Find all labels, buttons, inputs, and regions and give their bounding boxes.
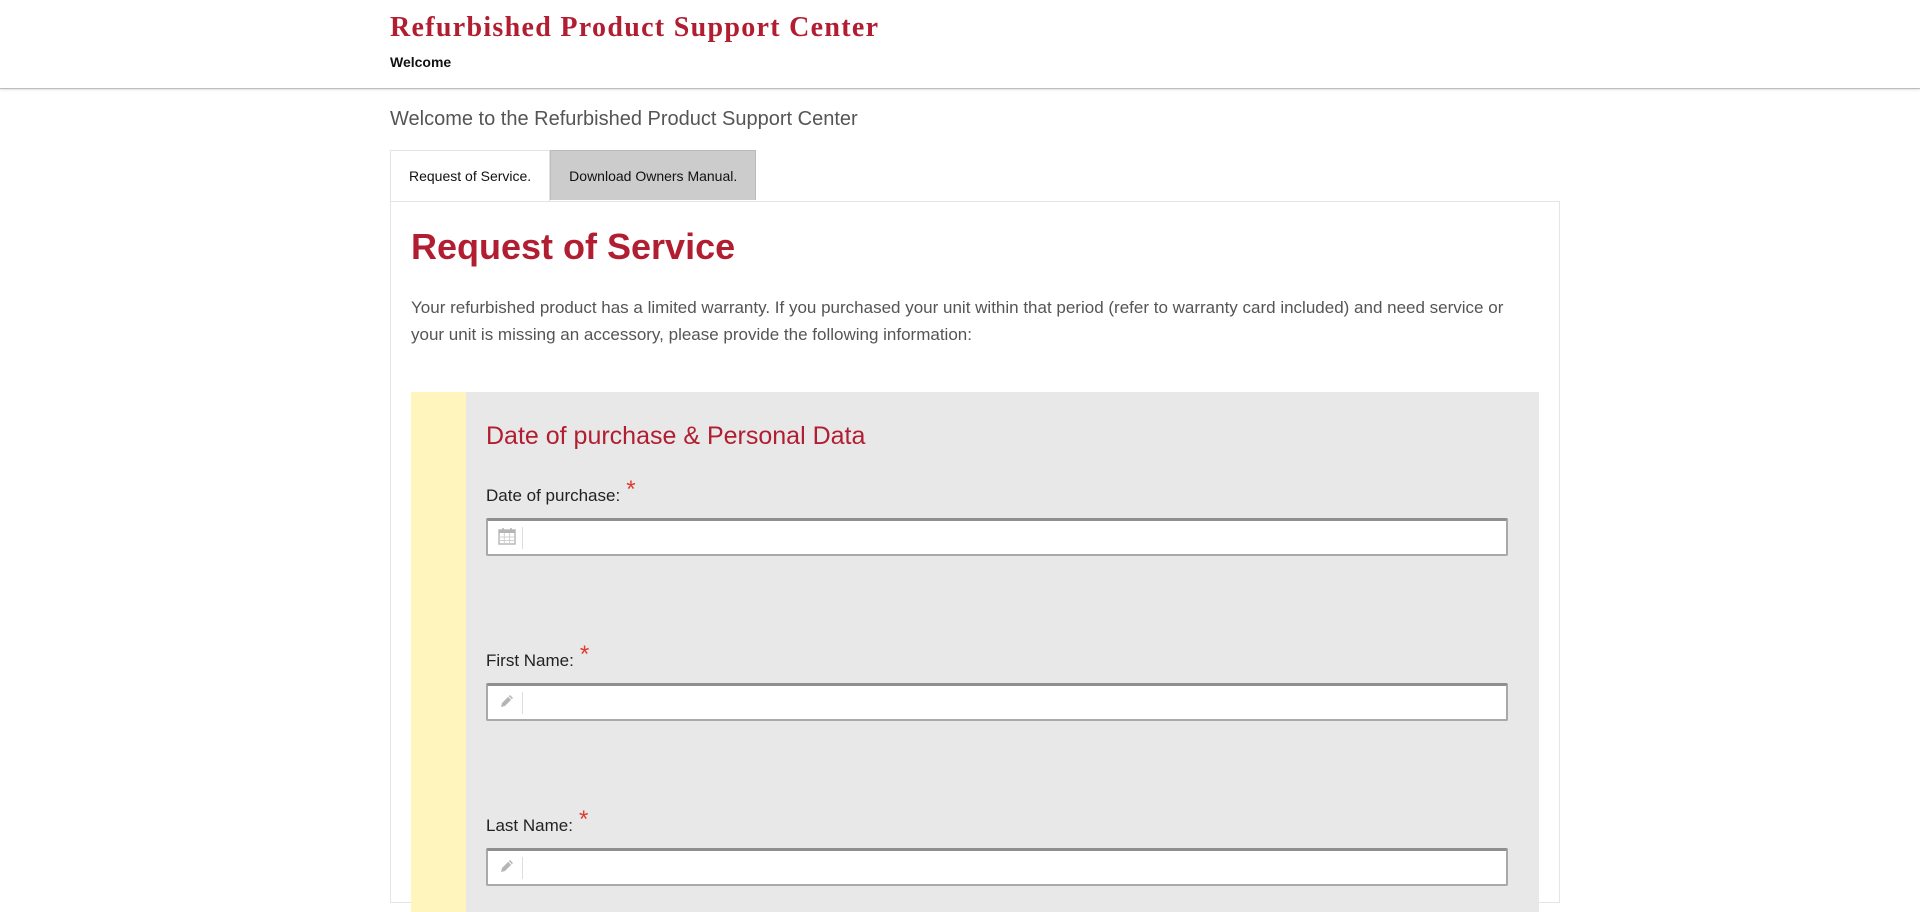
welcome-heading: Welcome to the Refurbished Product Suppo… xyxy=(390,108,858,130)
site-title[interactable]: Refurbished Product Support Center xyxy=(390,12,879,44)
form-section-title: Date of purchase & Personal Data xyxy=(486,422,866,450)
last-name-field[interactable] xyxy=(486,848,1508,886)
date-of-purchase-input[interactable] xyxy=(532,523,1496,553)
last-name-label-text: Last Name: xyxy=(486,816,573,835)
required-marker: * xyxy=(579,641,590,668)
first-name-label: First Name: * xyxy=(486,641,589,673)
date-of-purchase-label: Date of purchase: * xyxy=(486,476,636,508)
tab-panel: Request of Service Your refurbished prod… xyxy=(390,201,1560,912)
date-of-purchase-field[interactable] xyxy=(486,518,1508,556)
tab-bar: Request of Service. Download Owners Manu… xyxy=(390,150,757,202)
form-accent-strip xyxy=(411,392,466,912)
last-name-input[interactable] xyxy=(532,853,1496,883)
date-of-purchase-label-text: Date of purchase: xyxy=(486,486,621,505)
tab-request-of-service[interactable]: Request of Service. xyxy=(390,150,551,202)
first-name-field[interactable] xyxy=(486,683,1508,721)
last-name-label: Last Name: * xyxy=(486,806,588,838)
calendar-icon xyxy=(498,527,523,549)
first-name-label-text: First Name: xyxy=(486,651,574,670)
first-name-input[interactable] xyxy=(532,688,1496,718)
required-marker: * xyxy=(626,476,636,503)
page-title: Request of Service xyxy=(411,226,736,267)
site-subtitle: Welcome xyxy=(390,54,452,70)
pencil-icon xyxy=(498,692,523,714)
pencil-icon xyxy=(498,857,523,879)
personal-data-form: Date of purchase & Personal Data Date of… xyxy=(411,392,1539,912)
intro-paragraph: Your refurbished product has a limited w… xyxy=(411,298,1504,344)
required-marker: * xyxy=(578,806,589,833)
tab-download-owners-manual[interactable]: Download Owners Manual. xyxy=(550,150,757,200)
site-header: Refurbished Product Support Center Welco… xyxy=(0,0,1920,89)
